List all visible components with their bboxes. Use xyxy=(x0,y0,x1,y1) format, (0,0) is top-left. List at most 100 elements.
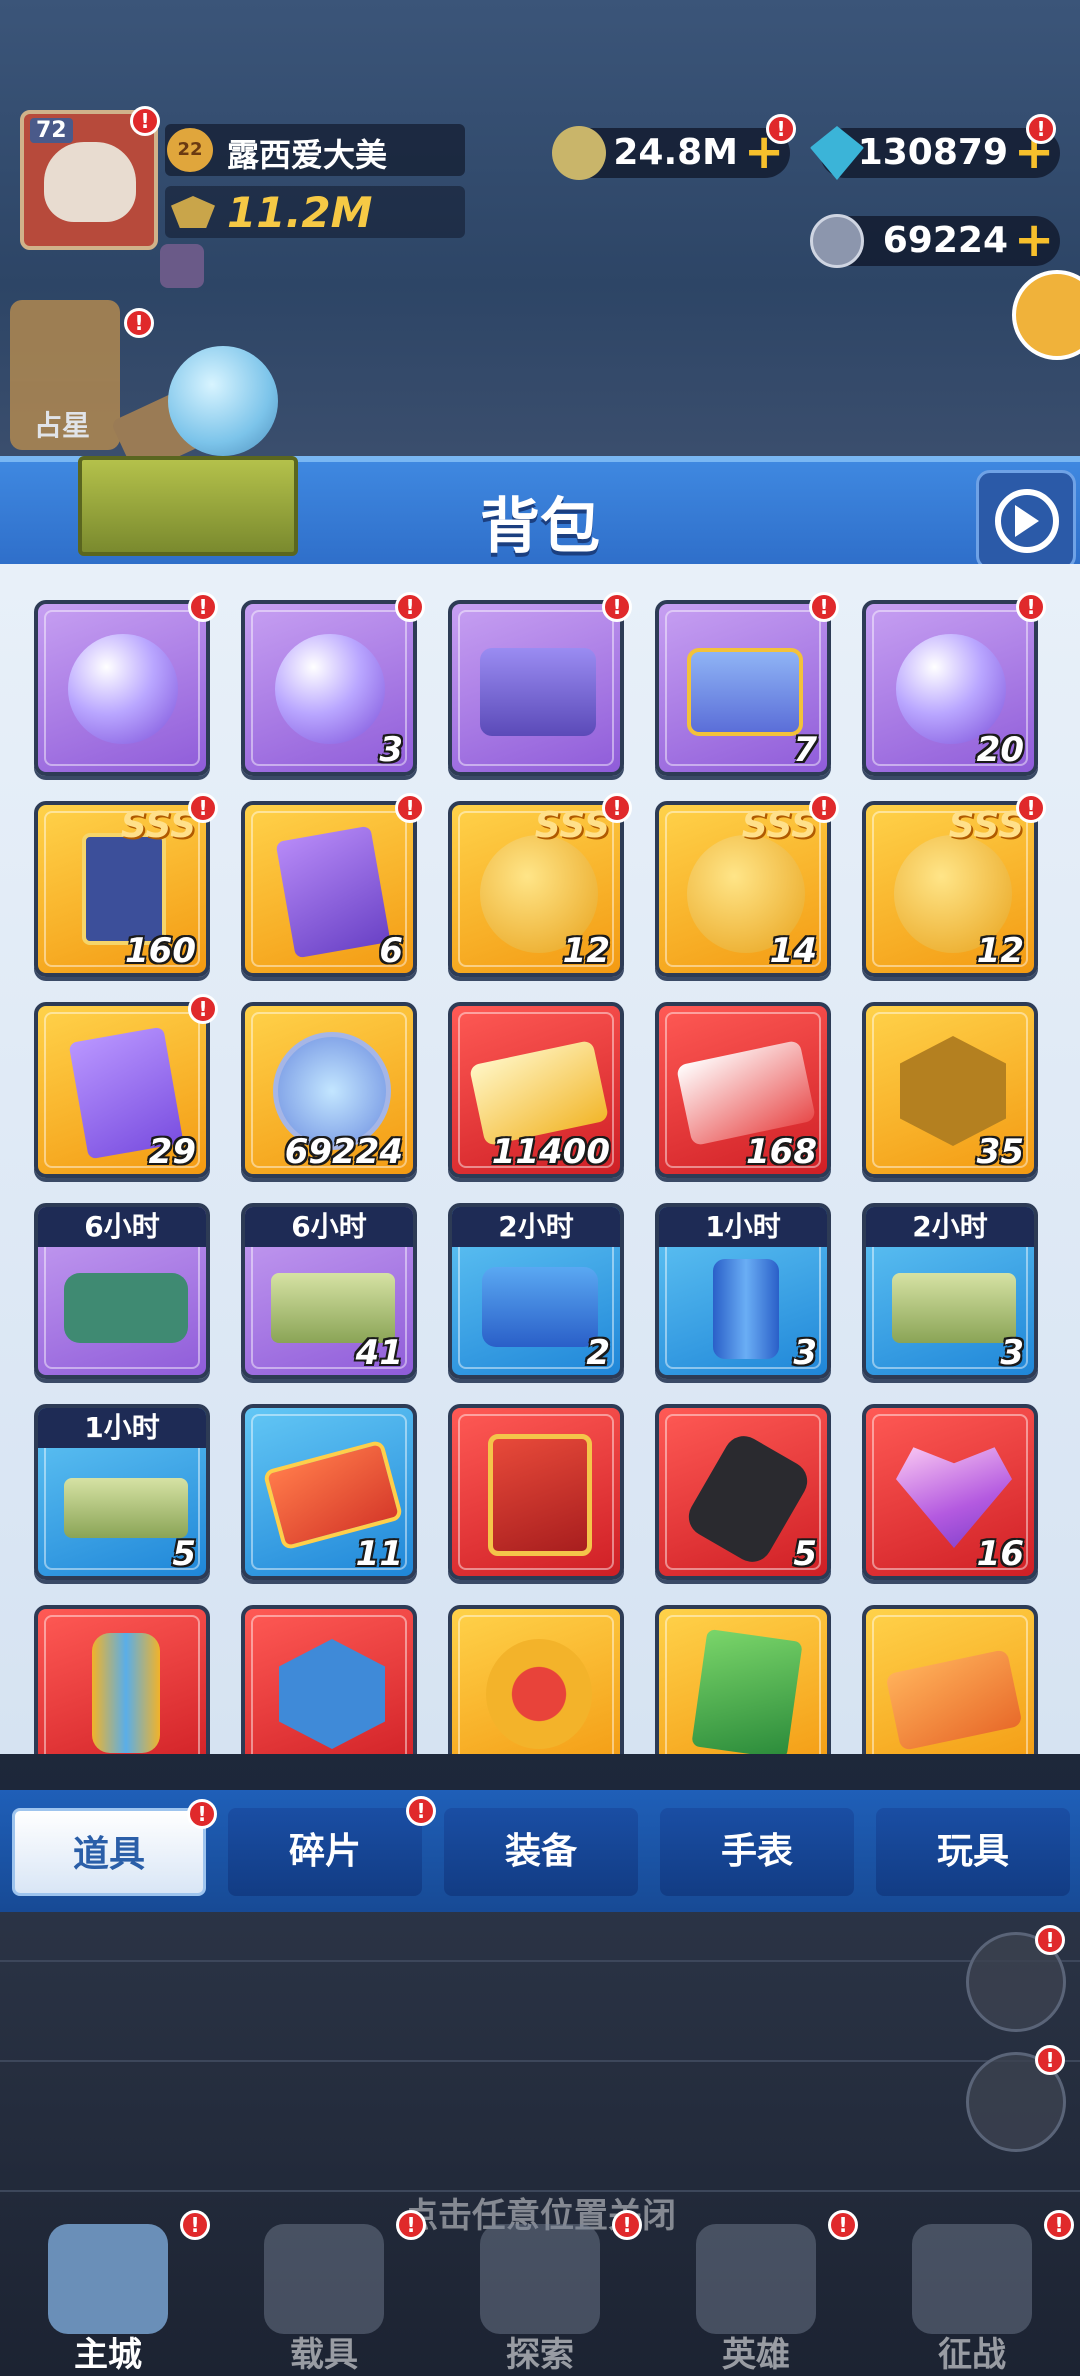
tab-label: 道具 xyxy=(72,1834,145,1875)
tab-label: 手表 xyxy=(720,1831,793,1872)
exp-cans-icon xyxy=(482,1267,598,1347)
item-slot[interactable]: 2小时 2 xyxy=(448,1203,624,1379)
cash-counter[interactable]: 24.8M + xyxy=(552,126,790,180)
item-alert-icon: ! xyxy=(809,592,839,622)
item-alert-icon: ! xyxy=(395,793,425,823)
red-book-icon xyxy=(488,1434,592,1556)
item-slot[interactable]: 1小时 5 xyxy=(34,1404,210,1580)
item-slot[interactable]: 6小时 xyxy=(34,1203,210,1379)
gold-chest-icon xyxy=(687,648,803,736)
item-count: 11 xyxy=(355,1534,403,1574)
tab-label: 装备 xyxy=(504,1831,577,1872)
item-slot[interactable]: 168 xyxy=(655,1002,831,1178)
nav-icon xyxy=(48,2224,168,2334)
item-slot[interactable]: 7! xyxy=(655,592,839,776)
tab-0[interactable]: 道具! xyxy=(12,1799,217,1896)
add-coins-icon[interactable]: + xyxy=(1014,216,1054,264)
nav-item-1[interactable]: 载具! xyxy=(216,2210,432,2376)
guild-icon[interactable] xyxy=(160,244,204,288)
item-count: 5 xyxy=(793,1534,817,1574)
tab-alert-icon: ! xyxy=(406,1796,436,1826)
nav-item-2[interactable]: 探索! xyxy=(432,2210,648,2376)
item-slot[interactable]: ! xyxy=(34,592,218,776)
item-count: 16 xyxy=(976,1534,1024,1574)
crystal-orb-icon xyxy=(68,634,178,744)
nav-alert-icon: ! xyxy=(180,2210,210,2240)
crystal-orb-icon xyxy=(896,634,1006,744)
item-count: 168 xyxy=(746,1132,817,1172)
item-slot[interactable]: 6小时 41 xyxy=(241,1203,417,1379)
avatar-alert-icon: ! xyxy=(130,106,160,136)
spray-can-icon xyxy=(92,1633,160,1753)
item-slot[interactable]: SSS 14! xyxy=(655,793,839,977)
nav-label: 主城 xyxy=(74,2335,142,2375)
tab-4[interactable]: 玩具 xyxy=(876,1808,1070,1896)
item-slot[interactable] xyxy=(241,1605,417,1754)
gem-counter[interactable]: 130879 + xyxy=(810,126,1060,180)
item-slot[interactable]: 6! xyxy=(241,793,425,977)
item-slot[interactable]: 11 xyxy=(241,1404,417,1580)
coin-value: 69224 xyxy=(882,220,1008,261)
nav-item-3[interactable]: 英雄! xyxy=(648,2210,864,2376)
item-slot[interactable]: 1小时 3 xyxy=(655,1203,831,1379)
nav-item-0[interactable]: 主城! xyxy=(0,2210,216,2376)
item-alert-icon: ! xyxy=(188,592,218,622)
friends-button[interactable]: ! xyxy=(966,1925,1066,2032)
hero-alert-icon: ! xyxy=(124,308,154,338)
item-alert-icon: ! xyxy=(809,793,839,823)
item-slot[interactable]: 35 xyxy=(862,1002,1038,1178)
item-slot[interactable] xyxy=(448,1605,624,1754)
player-name-bar: 22 露西爱大美 xyxy=(165,124,465,176)
video-play-button[interactable] xyxy=(976,470,1076,570)
nav-label: 探索 xyxy=(506,2335,574,2375)
nav-icon xyxy=(480,2224,600,2334)
item-count: 29 xyxy=(148,1132,196,1172)
item-count: 7 xyxy=(793,730,817,770)
item-slot[interactable]: 5 xyxy=(655,1404,831,1580)
item-slot[interactable]: SSS 12! xyxy=(862,793,1046,977)
item-slot[interactable] xyxy=(448,1404,624,1580)
item-slot[interactable] xyxy=(862,1605,1038,1754)
item-slot[interactable] xyxy=(34,1605,210,1754)
item-timer: 1小时 xyxy=(38,1408,206,1448)
item-count: 5 xyxy=(172,1534,196,1574)
player-name: 露西爱大美 xyxy=(227,136,388,174)
tab-2[interactable]: 装备 xyxy=(444,1808,638,1896)
item-slot[interactable]: 29! xyxy=(34,994,218,1178)
sss-badge: SSS xyxy=(948,805,1024,846)
avatar-face xyxy=(44,142,136,222)
cash-icon xyxy=(64,1478,188,1538)
item-grid-area[interactable]: ! 3!! 7! 20! SSS 160! 6! SSS 12! SSS 14! SSS 12! 29! 6… xyxy=(0,564,1080,1754)
leaderboard-alert-icon: ! xyxy=(1035,2045,1065,2075)
nav-label: 征战 xyxy=(938,2335,1006,2375)
nav-item-4[interactable]: 征战! xyxy=(864,2210,1080,2376)
tab-1[interactable]: 碎片! xyxy=(228,1796,436,1896)
item-slot[interactable]: 20! xyxy=(862,592,1046,776)
gem-alert-icon: ! xyxy=(1026,114,1056,144)
item-slot[interactable]: SSS 160! xyxy=(34,793,218,977)
item-count: 69224 xyxy=(284,1132,403,1172)
item-slot[interactable]: SSS 12! xyxy=(448,793,632,977)
item-slot[interactable]: ! xyxy=(448,592,632,776)
dome-part xyxy=(168,346,278,456)
item-slot[interactable]: 69224 xyxy=(241,1002,417,1178)
nav-alert-icon: ! xyxy=(612,2210,642,2240)
item-slot[interactable]: 3! xyxy=(241,592,425,776)
crate-illustration xyxy=(78,346,308,556)
sss-badge: SSS xyxy=(534,805,610,846)
coin-counter[interactable]: 69224 + xyxy=(810,214,1060,268)
item-count: 160 xyxy=(125,931,196,971)
player-level: 72 xyxy=(30,118,73,143)
item-slot[interactable]: 11400 xyxy=(448,1002,624,1178)
item-slot[interactable]: 16 xyxy=(862,1404,1038,1580)
leaderboard-button[interactable]: ! xyxy=(966,2045,1066,2152)
item-slot[interactable]: 2小时 3 xyxy=(862,1203,1038,1379)
b-coin-icon xyxy=(810,214,864,268)
category-tabs: 道具! 碎片! 装备 手表 玩具 xyxy=(0,1790,1080,1912)
tab-3[interactable]: 手表 xyxy=(660,1808,854,1896)
hero-card-icon xyxy=(82,833,166,945)
star-badge-icon xyxy=(486,1639,592,1749)
item-slot[interactable] xyxy=(655,1605,831,1754)
backpack-panel: 背包 ! 3!! 7! 20! SSS 160! 6! SSS 12! SSS 14! SSS 12! 2… xyxy=(0,346,1080,1911)
item-count: 20 xyxy=(976,730,1024,770)
